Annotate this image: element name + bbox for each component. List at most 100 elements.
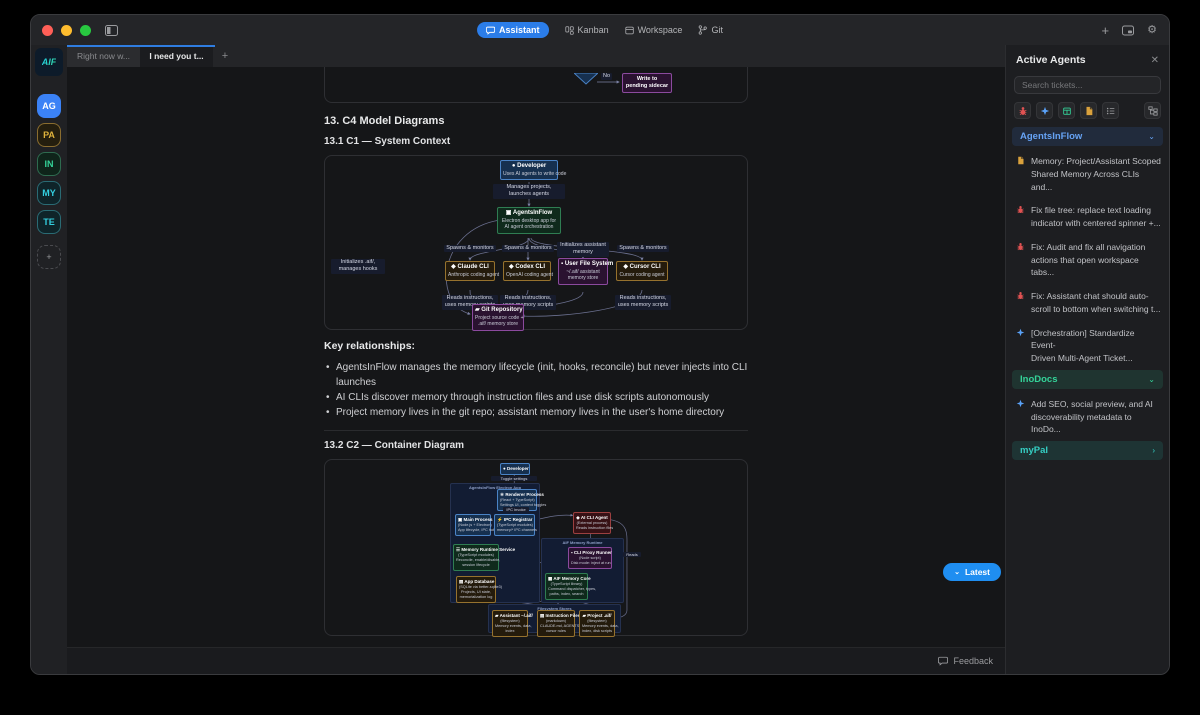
c2-node-assistant-aif: ▰ Assistant ~/.aif/ (filesystem) Memory … (492, 610, 528, 637)
close-window-button[interactable] (42, 25, 53, 36)
agent-avatar-in[interactable]: IN (37, 152, 61, 176)
c2-node-ipc-registrar: ⚡ IPC Registrar (TypeScript modules) mem… (494, 514, 535, 536)
titlebar-actions: + ⚙ (1102, 24, 1157, 37)
app-icon: ▣ (506, 210, 512, 216)
close-icon[interactable]: ✕ (1151, 55, 1159, 66)
folder-icon: ▰ (475, 307, 480, 313)
nav-workspace-label: Workspace (638, 25, 683, 35)
ticket-item[interactable]: Add SEO, social preview, and AIdiscovera… (1006, 392, 1169, 441)
nav-git[interactable]: Git (698, 25, 723, 35)
agent-avatar-pa[interactable]: PA (37, 123, 61, 147)
scroll-to-latest-button[interactable]: ⌄ Latest (943, 563, 1001, 581)
zoom-window-button[interactable] (80, 25, 91, 36)
nav-workspace[interactable]: Workspace (625, 25, 683, 35)
c1-edge-init-assistant: Initializes assistant memory (557, 242, 609, 257)
c1-edge-spawns-1: Spawns & monitors (444, 245, 496, 252)
ticket-item[interactable]: [Orchestration] Standardize Event-Driven… (1006, 321, 1169, 370)
c1-edge-spawns-3: Spawns & monitors (617, 245, 669, 252)
new-tab-icon[interactable]: + (1102, 24, 1110, 37)
c1-node-claude-cli: ◆ Claude CLI Anthropic coding agent (445, 261, 495, 281)
checklist-icon (1106, 106, 1116, 116)
section-agentsinflow[interactable]: AgentsInFlow ⌄ (1012, 127, 1163, 146)
c1-edge-spawns-2: Spawns & monitors (502, 245, 554, 252)
agent-avatar-ag[interactable]: AG (37, 94, 61, 118)
search-input[interactable] (1014, 76, 1161, 94)
ticket-item[interactable]: Memory: Project/Assistant ScopedShared M… (1006, 149, 1169, 198)
app-logo-text: AIF (42, 57, 57, 67)
package-icon: ▦ (548, 576, 552, 581)
new-chat-tab-button[interactable]: + (213, 45, 237, 67)
chevron-right-icon: › (1152, 446, 1155, 455)
app-window: Assistant Kanban Workspace Git + ⚙ (30, 14, 1170, 675)
folder-icon: ▰ (495, 613, 498, 618)
document-icon (1016, 156, 1025, 165)
document-icon (1084, 106, 1094, 116)
atom-icon: ⚛ (500, 492, 504, 497)
chat-scroll-area[interactable]: No Write to pending sidecar 13. C4 Model… (67, 67, 1005, 647)
robot-icon: ◆ (509, 264, 514, 270)
c2-node-ai-cli-agent: ◆ AI CLI Agent (External process) Reads … (573, 512, 611, 534)
person-icon: ● (503, 466, 506, 471)
c2-node-instruction-files: ▤ Instruction Files (markdown) CLAUDE.md… (537, 610, 575, 637)
filter-feature-button[interactable] (1036, 102, 1053, 119)
bug-icon (1016, 205, 1025, 214)
minimize-window-button[interactable] (61, 25, 72, 36)
nav-kanban[interactable]: Kanban (565, 25, 609, 35)
c2-edge-toggle-settings: Toggle settings (491, 476, 537, 481)
tree-view-button[interactable] (1144, 102, 1161, 119)
bug-icon (1016, 242, 1025, 251)
chevron-down-icon: ⌄ (1148, 132, 1155, 141)
c1-node-agentsinflow: ▣ AgentsInFlow Electron desktop app for … (497, 207, 561, 234)
chat-tab-1[interactable]: Right now w... (67, 45, 140, 67)
partial-diagram-panel: No Write to pending sidecar (324, 67, 748, 103)
ticket-item[interactable]: Fix: Assistant chat should auto-scroll t… (1006, 284, 1169, 321)
c1-node-developer: ● Developer Uses AI agents to write code (500, 160, 558, 180)
c2-node-project-aif: ▰ Project .aif/ (filesystem) Memory even… (579, 610, 615, 637)
settings-gear-icon[interactable]: ⚙ (1147, 25, 1157, 36)
c2-node-cli-proxy: ▪ CLI Proxy Runner (Node script) Disk mo… (568, 547, 612, 569)
filter-bug-button[interactable] (1014, 102, 1031, 119)
app-logo: AIF (35, 48, 63, 76)
bullet-item: AI CLIs discover memory through instruct… (324, 390, 748, 405)
sidebar-toggle-icon[interactable] (105, 25, 118, 36)
ticket-filters (1006, 102, 1169, 127)
add-agent-button[interactable]: + (37, 245, 61, 269)
c2-edge-ipc-invoke: IPC invoke (503, 507, 529, 512)
section-inodocs[interactable]: InoDocs ⌄ (1012, 370, 1163, 389)
agent-avatar-my[interactable]: MY (37, 181, 61, 205)
ticket-item[interactable]: Fix: Audit and fix all navigationactions… (1006, 235, 1169, 284)
heading-c4-model-diagrams: 13. C4 Model Diagrams (324, 115, 748, 127)
edge-label-no: No (601, 73, 612, 80)
c2-node-app-database: ▤ App Database (SQLite via better-sqlite… (456, 576, 496, 603)
list-icon: ☰ (456, 547, 460, 552)
chevron-down-icon: ⌄ (954, 568, 960, 576)
feedback-button[interactable]: Feedback (938, 656, 993, 666)
ticket-item[interactable]: Fix file tree: replace text loadingindic… (1006, 198, 1169, 235)
agent-avatar-te[interactable]: TE (37, 210, 61, 234)
chat-tab-2[interactable]: I need you t... (140, 45, 213, 67)
nav-assistant-label: Assistant (499, 25, 540, 35)
bullet-item: Project memory lives in the git repo; as… (324, 405, 748, 420)
key-relationships-list: AgentsInFlow manages the memory lifecycl… (324, 360, 748, 420)
c2-node-developer: ● Developer (500, 463, 530, 475)
filter-task-button[interactable] (1058, 102, 1075, 119)
folder-icon: ▰ (583, 613, 586, 618)
person-icon: ● (512, 163, 516, 169)
section-mypal[interactable]: myPal › (1012, 441, 1163, 460)
nav-assistant[interactable]: Assistant (477, 22, 549, 38)
tree-icon (1148, 106, 1158, 116)
bolt-icon: ⚡ (497, 517, 503, 522)
filter-list-button[interactable] (1102, 102, 1119, 119)
c1-edge-reads-3: Reads instructions, uses memory scripts (615, 295, 671, 310)
pip-window-icon[interactable] (1122, 25, 1134, 36)
filter-doc-button[interactable] (1080, 102, 1097, 119)
bullet-item: AgentsInFlow manages the memory lifecycl… (324, 360, 748, 390)
feedback-bubble-icon (938, 656, 948, 666)
decision-diamond-bottom (574, 73, 598, 85)
sparkle-icon (1016, 399, 1025, 408)
nav-kanban-label: Kanban (578, 25, 609, 35)
file-icon: ▤ (540, 613, 544, 618)
app-icon: ▣ (458, 517, 462, 522)
robot-icon: ◆ (623, 264, 628, 270)
key-relationships-heading: Key relationships: (324, 340, 748, 352)
